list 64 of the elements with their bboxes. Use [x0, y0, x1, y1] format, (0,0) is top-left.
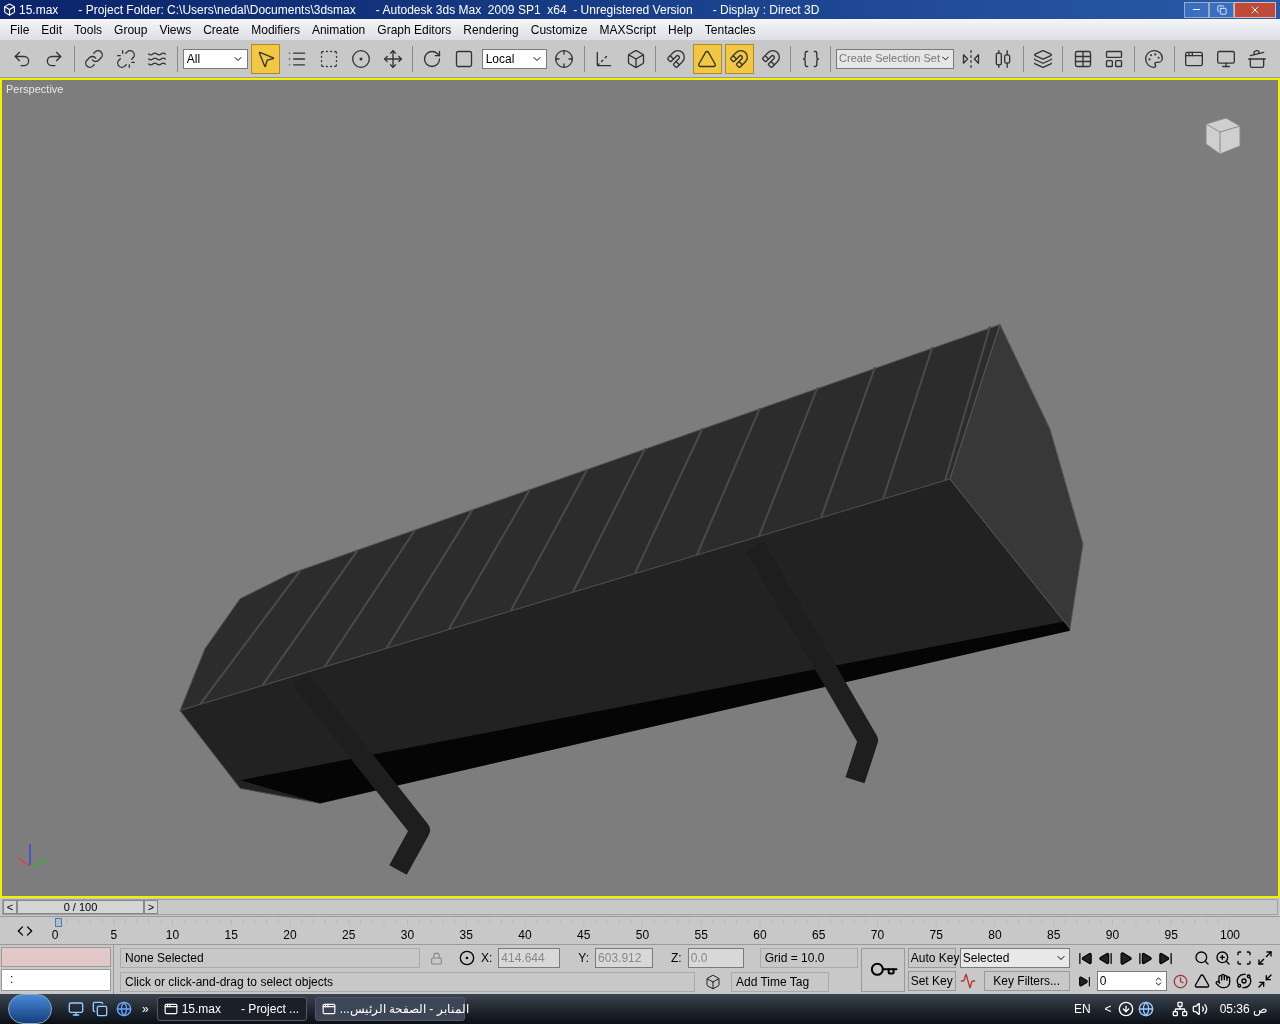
dropdown-value: All	[186, 50, 201, 68]
y-label: Y:	[578, 950, 590, 967]
frame-number: 50	[635, 928, 650, 943]
frame-number: 95	[1164, 928, 1178, 943]
time-slider-track[interactable]: < 0 / 100 >	[2, 899, 1278, 915]
tray-expand-button[interactable]: <	[1104, 1000, 1112, 1018]
menu-item[interactable]: Help	[662, 20, 699, 39]
menu-item[interactable]: Modifiers	[245, 20, 306, 39]
clock[interactable]: 05:36 ص	[1219, 1000, 1268, 1018]
selection-set-field[interactable]: Create Selection Set	[836, 48, 954, 69]
menu-item[interactable]: Customize	[524, 20, 594, 39]
frame-number: 15	[224, 928, 238, 943]
taskbar-button[interactable]: 15.max - Project ...	[156, 997, 307, 1021]
previous-frame-button[interactable]: <	[3, 900, 17, 914]
menu-item[interactable]: Tools	[68, 20, 109, 39]
frame-number: 80	[988, 928, 1002, 943]
frame-number: 25	[342, 928, 356, 943]
listener-input-field[interactable]: :	[1, 969, 111, 991]
language-indicator[interactable]: EN	[1073, 1000, 1091, 1018]
set-key-mode-button[interactable]: Set Key	[907, 971, 956, 991]
grid-size: Grid = 10.0	[759, 948, 858, 968]
menu-item[interactable]: File	[4, 20, 36, 39]
selection-status: None Selected	[120, 948, 420, 968]
menu-item[interactable]: MAXScript	[593, 20, 663, 39]
frame-number: 30	[400, 928, 415, 943]
frame-number: 90	[1105, 928, 1120, 943]
frame-number: 100	[1220, 928, 1240, 943]
frame-number: 40	[518, 928, 532, 943]
z-label: Z:	[671, 950, 682, 967]
menu-item[interactable]: Rendering	[457, 20, 525, 39]
dropdown[interactable]: Local	[481, 48, 547, 69]
frame-number: 5	[110, 928, 118, 943]
frame-value: 0	[1099, 973, 1107, 990]
frame-number: 60	[753, 928, 767, 943]
frame-position: 0 / 100	[17, 900, 144, 914]
frame-number: 55	[694, 928, 708, 943]
current-frame-field[interactable]: 0	[1096, 971, 1167, 991]
menu-item[interactable]: Views	[153, 20, 198, 39]
menu-item[interactable]: Edit	[35, 20, 69, 39]
menu-item[interactable]: Tentacles	[698, 20, 762, 39]
next-frame-button[interactable]: >	[144, 900, 158, 914]
add-time-tag-button[interactable]: Add Time Tag	[731, 972, 829, 992]
frame-number: 35	[459, 928, 473, 943]
key-filters-button[interactable]: Key Filters...	[983, 971, 1070, 991]
menu-item[interactable]: Animation	[305, 20, 372, 39]
dropdown[interactable]: All	[182, 48, 249, 69]
menu-item[interactable]: Group	[108, 20, 154, 39]
frame-number: 10	[165, 928, 180, 943]
frame-number: 20	[283, 928, 297, 943]
dropdown-value: Selected	[962, 950, 1010, 967]
menu-item[interactable]: Graph Editors	[371, 20, 458, 39]
frame-number: 0	[51, 928, 59, 943]
key-mode-dropdown[interactable]: Selected	[959, 948, 1070, 968]
time-slider-thumb[interactable]: < 0 / 100 >	[3, 900, 158, 914]
frame-number: 65	[812, 928, 826, 943]
frame-number: 70	[870, 928, 885, 943]
frame-number: 45	[577, 928, 591, 943]
more-button[interactable]: »	[142, 1000, 149, 1018]
frame-number: 75	[929, 928, 943, 943]
dropdown-value: Local	[485, 50, 515, 68]
menu-item[interactable]: Create	[197, 20, 246, 39]
window-title: 15.max - Project Folder: C:\Users\nedal\Documents\3dsmax - Autodesk 3ds Max 2009 SP1 x64 - Unregistered Version - Display : Direct 3D	[19, 1, 820, 19]
x-label: X:	[481, 950, 493, 967]
frame-number: 85	[1047, 928, 1061, 943]
